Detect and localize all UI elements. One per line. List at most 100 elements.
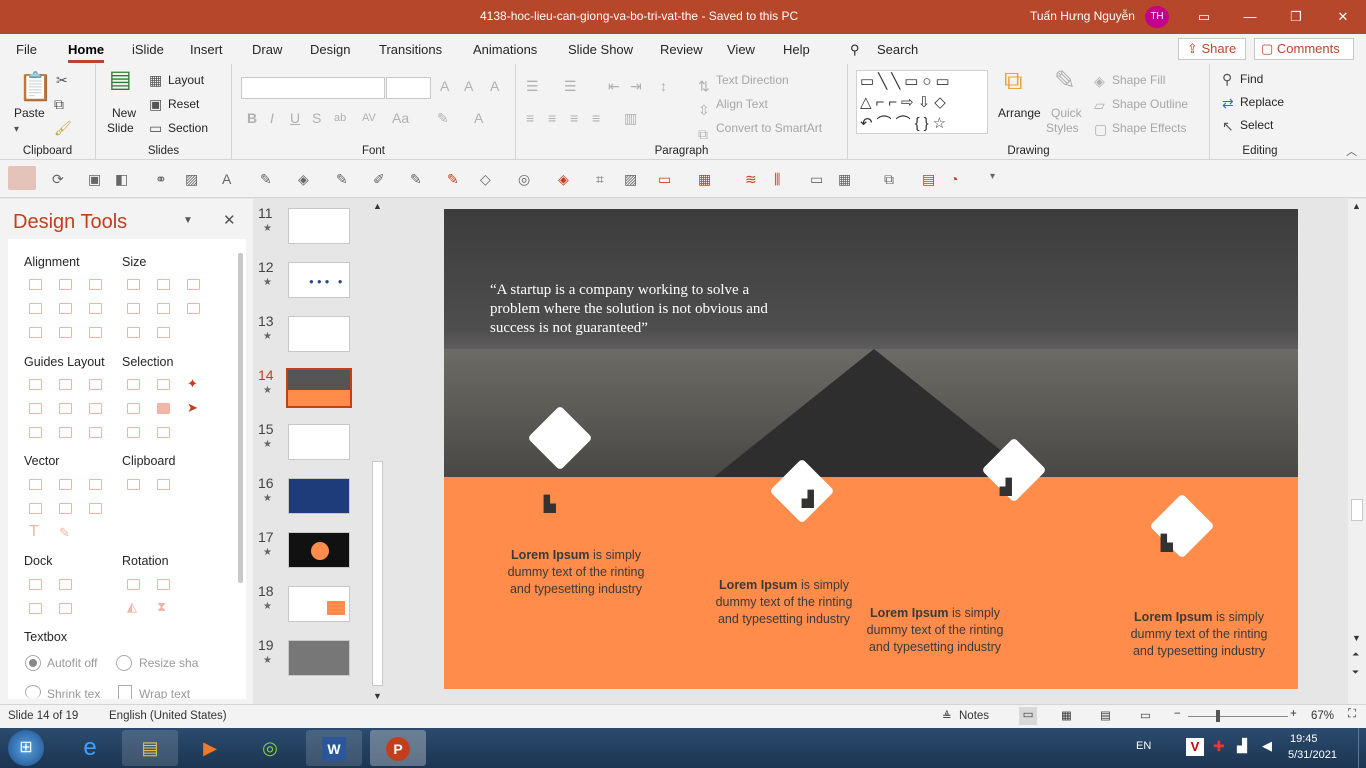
bold-icon[interactable]: B (247, 110, 257, 126)
slideshow-icon[interactable]: ▭ (1140, 708, 1151, 722)
slide-thumbnail[interactable] (288, 532, 350, 568)
volume-icon[interactable]: ◀ (1262, 738, 1272, 754)
scroll-down-icon[interactable]: ▼ (1352, 633, 1361, 643)
reset-icon[interactable]: ▣ (149, 96, 162, 112)
tab-animations[interactable]: Animations (473, 42, 537, 57)
eyedropper-fill-icon[interactable]: ✎ (336, 171, 348, 188)
outline-icon[interactable]: ✐ (373, 171, 385, 188)
align-bottom-icon[interactable] (89, 303, 102, 314)
clear-format-icon[interactable]: A (490, 78, 499, 94)
design-tools-toggle-icon[interactable] (8, 166, 36, 190)
columns-icon[interactable]: ▥ (624, 110, 637, 126)
quick-styles-label-2[interactable]: Styles (1046, 121, 1079, 135)
caption-4[interactable]: Lorem Ipsum is simply dummy text of the … (1119, 609, 1279, 660)
align-left-icon[interactable]: ≡ (526, 110, 534, 126)
numbering-icon[interactable]: ☰ (564, 78, 577, 94)
arrange-icon[interactable]: ⧉ (1004, 67, 1023, 93)
distribute-icon[interactable]: ⫼ (774, 171, 780, 188)
align-top-icon[interactable] (29, 303, 42, 314)
rotate-left-icon[interactable] (127, 579, 140, 590)
shape-fill-icon[interactable]: ◈ (1094, 73, 1105, 89)
guide-grid-icon[interactable] (89, 427, 102, 438)
shape-edit-icon[interactable]: ◎ (518, 171, 530, 188)
caption-2[interactable]: Lorem Ipsum is simply dummy text of the … (704, 577, 864, 628)
convert-smartart-button[interactable]: Convert to SmartArt (716, 121, 822, 135)
format-painter-icon-2[interactable]: ✎ (447, 171, 459, 188)
alert-icon[interactable]: ✚ (1213, 738, 1225, 755)
guide-center-icon[interactable] (59, 379, 72, 390)
highlight-icon[interactable]: ✎ (437, 110, 449, 126)
picture-icon[interactable]: ▨ (624, 171, 637, 188)
scroll-thumb[interactable] (372, 461, 383, 686)
align-left-icon[interactable] (29, 279, 42, 290)
fragment-icon[interactable] (89, 479, 102, 490)
font-size-field[interactable] (386, 77, 431, 99)
same-width-icon[interactable] (127, 279, 140, 290)
shape-effects-button[interactable]: Shape Effects (1112, 121, 1187, 135)
textbox-icon[interactable]: ▣ (88, 171, 101, 188)
section-icon[interactable]: ▭ (149, 120, 162, 136)
bullets-icon[interactable]: ☰ (526, 78, 539, 94)
slide[interactable]: “A startup is a company working to solve… (444, 209, 1298, 689)
cycle-icon[interactable]: ◔ (950, 171, 958, 187)
cut-icon[interactable]: ✂ (56, 72, 68, 88)
shape-outline-button[interactable]: Shape Outline (1112, 97, 1188, 111)
arrange-button[interactable]: Arrange (998, 106, 1041, 120)
paste-dropdown-icon[interactable]: ▾ (14, 122, 19, 138)
rotate-icon[interactable]: ⟳ (52, 171, 64, 188)
network-icon[interactable]: ▟ (1237, 738, 1247, 754)
fit-slide-icon[interactable]: ⛶ (1348, 708, 1356, 721)
restore-button[interactable]: ❐ (1273, 0, 1319, 34)
flip-v-icon[interactable]: ⧗ (157, 599, 166, 615)
tab-draw[interactable]: Draw (252, 42, 282, 57)
find-button[interactable]: Find (1240, 72, 1263, 86)
replace-icon[interactable]: ⇄ (1222, 95, 1234, 111)
subtract-icon[interactable] (59, 503, 72, 514)
caption-1[interactable]: Lorem Ipsum is simply dummy text of the … (496, 547, 656, 598)
layout-view-icon[interactable]: ▦ (838, 171, 851, 188)
grow-font-icon[interactable]: A (440, 78, 449, 94)
notes-icon[interactable]: ≜ (942, 709, 952, 723)
select-same-icon[interactable] (157, 379, 170, 390)
select-fill-icon[interactable] (157, 403, 170, 414)
distribute-grid-icon[interactable] (89, 327, 102, 338)
guide-middle-icon[interactable] (59, 403, 72, 414)
guide-bottom-icon[interactable] (89, 403, 102, 414)
paste-icon[interactable]: 📋 (18, 72, 53, 102)
align-text-button[interactable]: Align Text (716, 97, 768, 111)
word-icon[interactable]: W (306, 730, 362, 766)
previous-slide-icon[interactable]: ⏶ (1352, 649, 1359, 660)
language-indicator[interactable]: English (United States) (109, 710, 227, 722)
shape-icon[interactable]: ◧ (115, 171, 128, 188)
merge-icon[interactable]: ⚭ (155, 171, 167, 188)
zoom-level[interactable]: 67% (1311, 710, 1334, 722)
caption-3[interactable]: Lorem Ipsum is simply dummy text of the … (855, 605, 1015, 656)
align-right-icon[interactable] (89, 279, 102, 290)
shrink-text-radio[interactable] (25, 685, 41, 699)
search-label[interactable]: Search (877, 42, 918, 57)
size-width-icon[interactable] (127, 303, 140, 314)
text-direction-icon[interactable]: ⇅ (698, 78, 710, 94)
tab-review[interactable]: Review (660, 42, 703, 57)
align-middle-icon[interactable] (59, 303, 72, 314)
tab-home[interactable]: Home (68, 42, 105, 63)
layers-icon[interactable]: ≋ (745, 171, 757, 188)
media-player-icon[interactable]: ▶ (182, 730, 238, 766)
fill-icon[interactable]: ◈ (298, 171, 309, 188)
section-button[interactable]: Section (168, 121, 208, 135)
new-slide-label[interactable]: New (112, 106, 136, 120)
shapes-icon[interactable]: ◈ (558, 171, 569, 188)
shapes-gallery[interactable]: ▭╲╲▭○▭ △⌐⌐⇨⇩◇ ↶⌒⌒{}☆ (856, 70, 988, 134)
tab-islide[interactable]: iSlide (132, 42, 164, 57)
shadow-icon[interactable]: S (312, 110, 321, 126)
new-slide-label-2[interactable]: Slide (107, 121, 134, 135)
rotate-right-icon[interactable] (157, 579, 170, 590)
match-right-icon[interactable] (157, 327, 170, 338)
antivirus-icon[interactable]: V (1186, 738, 1204, 756)
select-layer-icon[interactable] (157, 427, 170, 438)
resize-shape-radio[interactable] (116, 655, 132, 671)
avatar[interactable]: TH (1145, 6, 1169, 28)
text-color-icon[interactable]: A (222, 171, 231, 187)
scroll-up-icon[interactable]: ▲ (373, 201, 382, 211)
scroll-thumb[interactable] (1351, 499, 1363, 521)
